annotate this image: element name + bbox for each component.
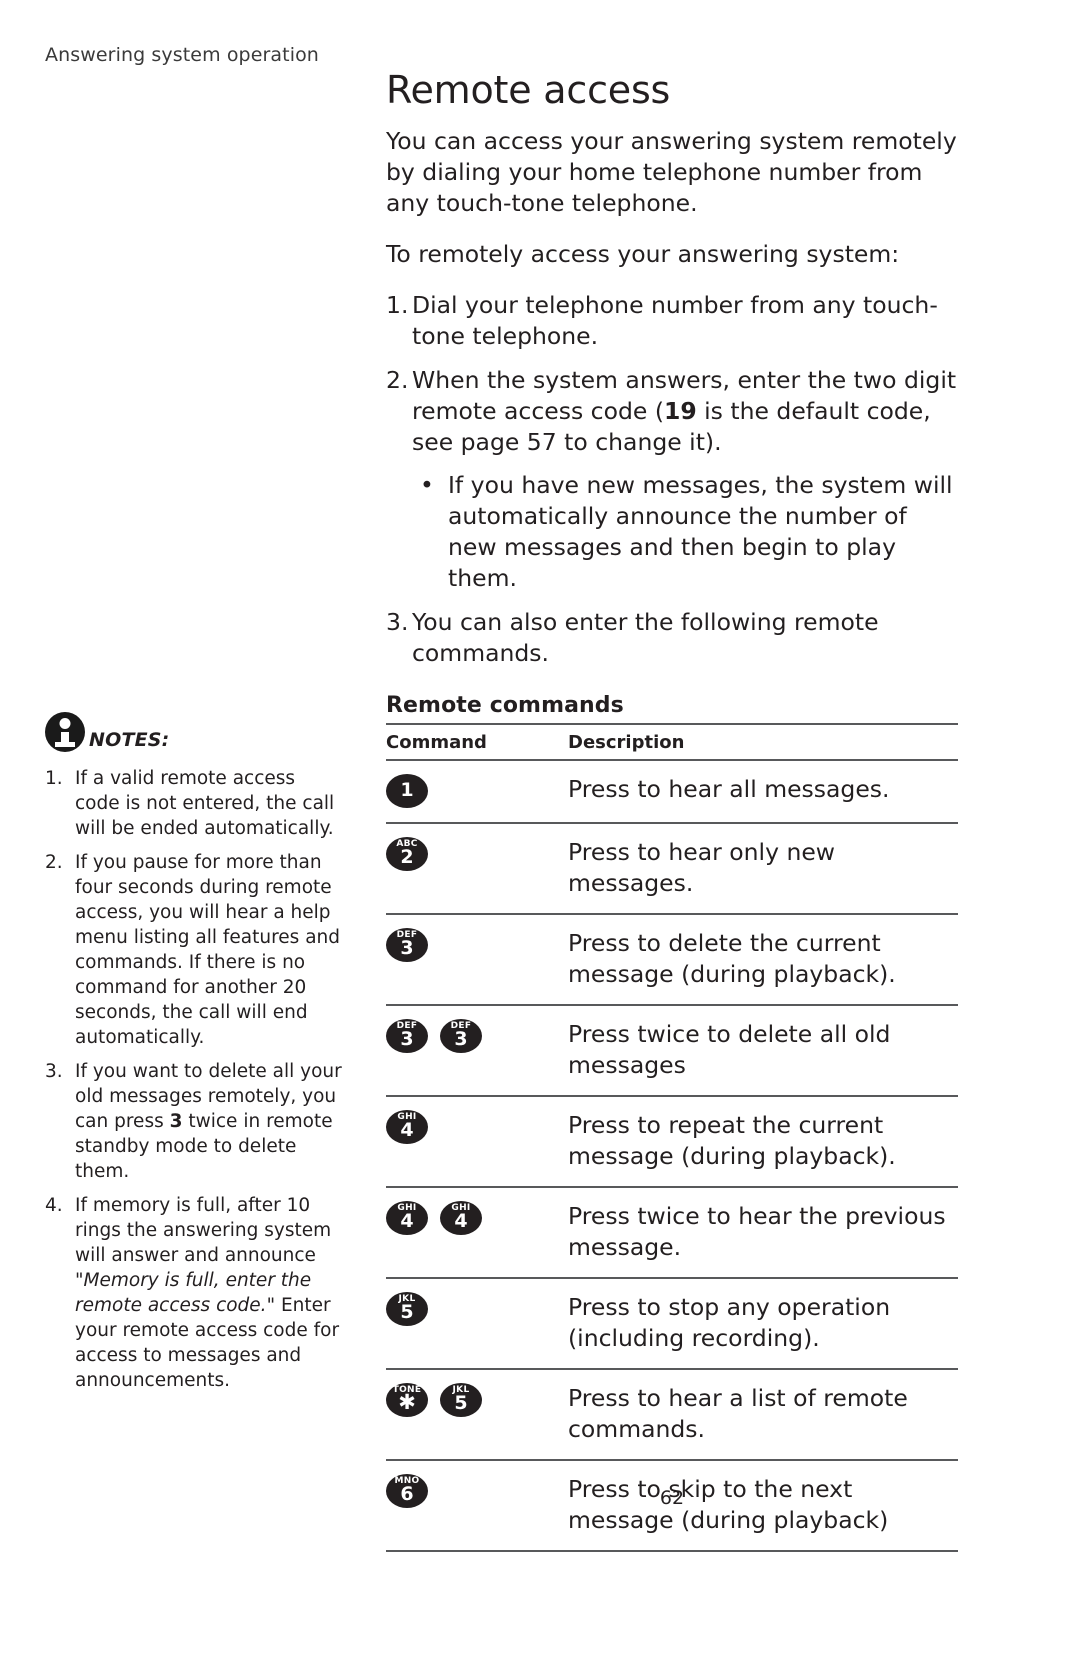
notes-header: NOTES:: [45, 712, 345, 752]
step-text: Dial your telephone number from any touc…: [412, 291, 938, 350]
key-digit: 5: [400, 1301, 414, 1323]
column-header-description: Description: [568, 723, 958, 761]
step-item: 1. Dial your telephone number from any to…: [386, 290, 958, 352]
table-header-row: Command Description: [386, 723, 958, 761]
note-item: 3. If you want to delete all your old mes…: [45, 1059, 345, 1184]
key-digit: 3: [400, 937, 414, 959]
running-header: Answering system operation: [45, 44, 319, 66]
key-group: JKL 5: [386, 1292, 568, 1326]
table-row: JKL 5 Press to stop any operation (includi…: [386, 1278, 958, 1370]
note-text: If a valid remote access code is not ent…: [75, 768, 335, 839]
key-group: DEF 3: [386, 928, 568, 962]
step-item: 3. You can also enter the following remot…: [386, 607, 958, 669]
command-keys-cell: TONE ✱ JKL 5: [386, 1369, 568, 1461]
steps-list: 1. Dial your telephone number from any to…: [386, 290, 958, 669]
table-row: ABC 2 Press to hear only new messages.: [386, 823, 958, 915]
note-text: If memory is full, after 10 rings the an…: [75, 1195, 340, 1391]
table-row: GHI 4 Press to repeat the current message …: [386, 1096, 958, 1188]
key-digit: 1: [400, 779, 414, 801]
notes-sidebar: NOTES: 1. If a valid remote access code i…: [45, 712, 345, 1402]
key-digit: 2: [400, 846, 414, 868]
command-description-cell: Press to stop any operation (including r…: [568, 1278, 958, 1370]
key-group: TONE ✱ JKL 5: [386, 1383, 568, 1417]
step-number: 2.: [386, 366, 409, 394]
step-sub-item: • If you have new messages, the system wi…: [412, 470, 958, 594]
command-description-cell: Press to repeat the current message (dur…: [568, 1096, 958, 1188]
intro-paragraph: You can access your answering system rem…: [386, 127, 957, 217]
command-description-cell: Press to hear all messages.: [568, 760, 958, 824]
step-text: When the system answers, enter the two d…: [412, 366, 958, 594]
step-item: 2. When the system answers, enter the two…: [386, 365, 958, 594]
key-digit: 4: [400, 1119, 414, 1141]
command-keys-cell: DEF 3 DEF 3: [386, 1005, 568, 1097]
lead-in-paragraph: To remotely access your answering system…: [386, 240, 900, 268]
key-digit: 5: [454, 1392, 468, 1414]
table-row: GHI 4 GHI 4 Press twice to hear the previous…: [386, 1187, 958, 1279]
command-description-cell: Press twice to hear the previous message…: [568, 1187, 958, 1279]
key-group: 1: [386, 774, 568, 808]
keypad-key-icon: TONE ✱: [386, 1383, 428, 1417]
key-group: ABC 2: [386, 837, 568, 871]
remote-commands-table: Command Description 1 Press to hear all m…: [386, 723, 958, 1552]
table-row: 1 Press to hear all messages.: [386, 760, 958, 824]
command-keys-cell: 1: [386, 760, 568, 824]
keypad-key-icon: 1: [386, 774, 428, 808]
bullet-icon: •: [420, 471, 434, 499]
info-icon: [45, 712, 85, 752]
step-number: 3.: [386, 608, 409, 636]
key-digit: 4: [454, 1210, 468, 1232]
notes-list: 1. If a valid remote access code is not e…: [45, 766, 345, 1393]
key-group: DEF 3 DEF 3: [386, 1019, 568, 1053]
keypad-key-icon: GHI 4: [386, 1201, 428, 1235]
command-keys-cell: GHI 4: [386, 1096, 568, 1188]
key-digit: 3: [400, 1028, 414, 1050]
command-description-cell: Press to hear only new messages.: [568, 823, 958, 915]
remote-commands-heading: Remote commands: [386, 693, 624, 718]
note-item: 1. If a valid remote access code is not e…: [45, 766, 345, 841]
keypad-key-icon: JKL 5: [386, 1292, 428, 1326]
keypad-key-icon: DEF 3: [440, 1019, 482, 1053]
keypad-key-icon: DEF 3: [386, 928, 428, 962]
step-text: You can also enter the following remote …: [412, 608, 879, 667]
keypad-key-icon: DEF 3: [386, 1019, 428, 1053]
note-item: 4. If memory is full, after 10 rings the …: [45, 1193, 345, 1393]
remote-commands-section: Remote commands Command Description 1 Pre…: [386, 693, 958, 1552]
table-row: TONE ✱ JKL 5 Press to hear a list of remote …: [386, 1369, 958, 1461]
keypad-key-icon: GHI 4: [386, 1110, 428, 1144]
note-item: 2. If you pause for more than four second…: [45, 850, 345, 1050]
command-keys-cell: ABC 2: [386, 823, 568, 915]
note-text: If you pause for more than four seconds …: [75, 852, 341, 1048]
keypad-key-icon: GHI 4: [440, 1201, 482, 1235]
command-description-cell: Press to delete the current message (dur…: [568, 914, 958, 1006]
command-description-cell: Press to hear a list of remote commands.: [568, 1369, 958, 1461]
main-content: Remote access You can access your answer…: [386, 68, 958, 1552]
note-number: 4.: [45, 1195, 63, 1216]
key-group: GHI 4 GHI 4: [386, 1201, 568, 1235]
note-number: 3.: [45, 1061, 63, 1082]
keypad-key-icon: JKL 5: [440, 1383, 482, 1417]
step-sub-list: • If you have new messages, the system wi…: [412, 470, 958, 594]
note-number: 1.: [45, 768, 63, 789]
command-keys-cell: GHI 4 GHI 4: [386, 1187, 568, 1279]
note-text: If you want to delete all your old messa…: [75, 1061, 342, 1182]
notes-label: NOTES:: [89, 729, 170, 751]
command-keys-cell: DEF 3: [386, 914, 568, 1006]
table-row: DEF 3 DEF 3 Press twice to delete all old me…: [386, 1005, 958, 1097]
key-digit: 3: [454, 1028, 468, 1050]
column-header-command: Command: [386, 723, 568, 761]
key-digit: ✱: [398, 1390, 416, 1414]
key-digit: 4: [400, 1210, 414, 1232]
step-number: 1.: [386, 291, 409, 319]
page-title: Remote access: [386, 68, 671, 112]
keypad-key-icon: ABC 2: [386, 837, 428, 871]
step-emphasis: 19: [663, 397, 697, 425]
note-number: 2.: [45, 852, 63, 873]
step-sub-text: If you have new messages, the system wil…: [448, 471, 953, 592]
page-number: 62: [659, 1487, 685, 1509]
command-description-cell: Press twice to delete all old messages: [568, 1005, 958, 1097]
command-keys-cell: JKL 5: [386, 1278, 568, 1370]
key-group: GHI 4: [386, 1110, 568, 1144]
table-row: DEF 3 Press to delete the current message …: [386, 914, 958, 1006]
